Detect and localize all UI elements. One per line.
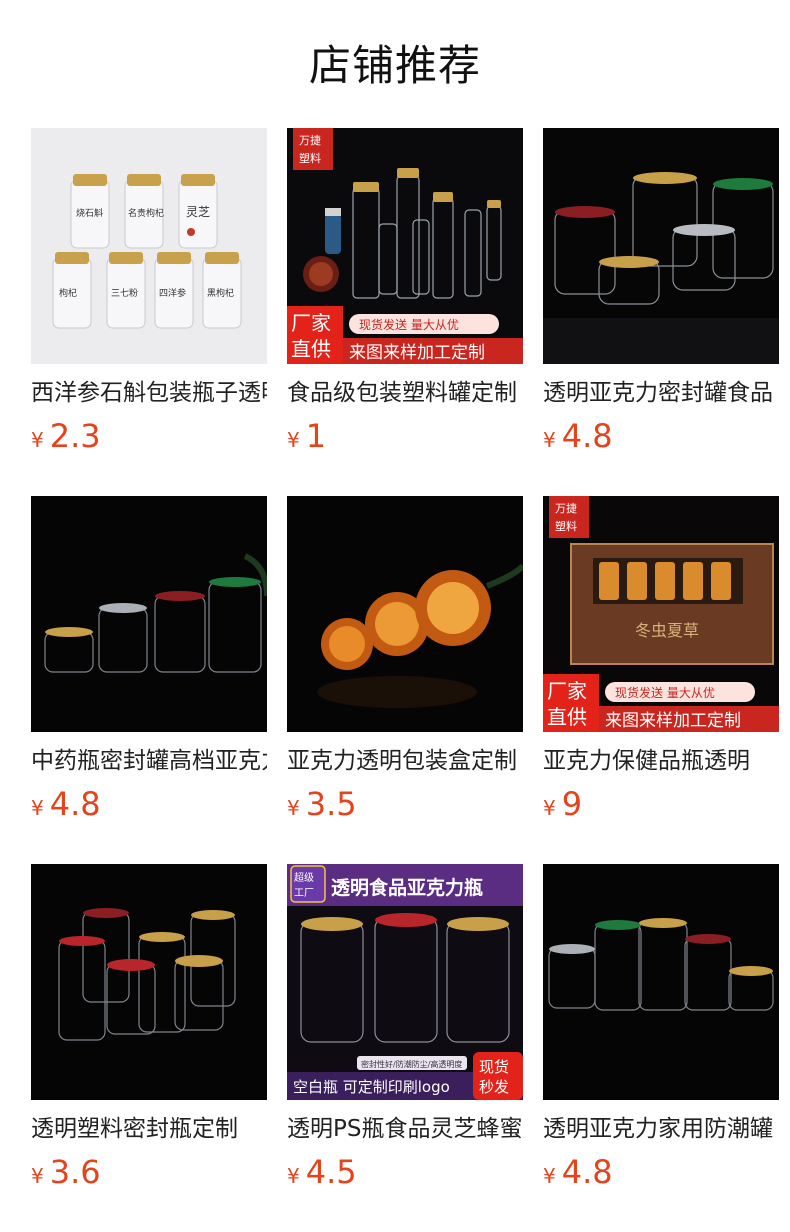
product-image[interactable] [31,864,267,1100]
currency-symbol: ¥ [287,1164,300,1188]
currency-symbol: ¥ [543,1164,556,1188]
price-value: 4.8 [561,417,613,455]
product-card[interactable]: 万捷 塑料 冬虫夏草 厂家 直供 现货发送 量大从优 来图来样加工定制 亚克力保… [543,496,779,823]
stock-badge: 秒发 [479,1078,509,1096]
jars-row-image [543,864,779,1100]
product-price: ¥1 [287,416,326,456]
product-price: ¥3.5 [287,784,357,824]
brand-mark: 万捷 [299,133,321,147]
promo-headline: 透明食品亚克力瓶 [331,876,483,899]
currency-symbol: ¥ [287,428,300,452]
product-price: ¥4.8 [543,1152,613,1192]
price-value: 3.5 [305,785,357,823]
product-card[interactable]: 万捷 塑料 厂家 直供 现货发送 量大从优 来图来样加工定制 食品级包装塑料罐定… [287,128,523,455]
product-card[interactable]: 透明亚克力家用防潮罐 ¥4.8 [543,864,779,1191]
product-price: ¥3.6 [31,1152,101,1192]
colored-lids-image [31,864,267,1100]
gift-box-image: 万捷 塑料 冬虫夏草 厂家 直供 现货发送 量大从优 来图来样加工定制 [543,496,779,732]
product-image[interactable] [31,496,267,732]
price-value: 3.6 [49,1153,101,1191]
product-image[interactable] [543,864,779,1100]
jar-label: 枸杞 [59,287,77,299]
currency-symbol: ¥ [543,428,556,452]
product-price: ¥4.8 [31,784,101,824]
bottles-promo-image: 万捷 塑料 厂家 直供 现货发送 量大从优 来图来样加工定制 [287,128,523,364]
price-value: 4.8 [49,785,101,823]
promo-banner: 来图来样加工定制 [605,711,741,731]
promo-banner: 来图来样加工定制 [349,343,485,363]
acrylic-jars-image [543,128,779,364]
badge-text: 厂家 [547,679,587,703]
product-card[interactable]: 超级 工厂 透明食品亚克力瓶 密封性好/防潮防尘/高透明度 空白瓶 可定制印刷l… [287,864,523,1191]
product-image[interactable] [287,496,523,732]
currency-symbol: ¥ [287,796,300,820]
product-image[interactable]: 超级 工厂 透明食品亚克力瓶 密封性好/防潮防尘/高透明度 空白瓶 可定制印刷l… [287,864,523,1100]
product-title[interactable]: 食品级包装塑料罐定制 [287,376,523,410]
promo-bar: 空白瓶 可定制印刷logo [293,1078,450,1096]
badge-text: 直供 [291,337,331,361]
corner-badge: 超级 [294,871,314,884]
jar-label: 灵芝 [186,204,210,219]
product-price: ¥4.5 [287,1152,357,1192]
product-price: ¥9 [543,784,582,824]
brand-mark: 万捷 [555,501,577,515]
product-card[interactable]: 透明塑料密封瓶定制 ¥3.6 [31,864,267,1191]
product-title[interactable]: 透明PS瓶食品灵芝蜂蜜 [287,1112,523,1146]
currency-symbol: ¥ [31,428,44,452]
product-title[interactable]: 透明亚克力密封罐食品 [543,376,779,410]
jar-label: 烧石斛 [76,207,103,219]
page-title: 店铺推荐 [308,41,481,90]
currency-symbol: ¥ [543,796,556,820]
badge-text: 直供 [547,705,587,729]
jar-label: 黑枸杞 [207,287,234,299]
corner-badge: 工厂 [294,888,314,899]
product-title[interactable]: 透明塑料密封瓶定制 [31,1112,267,1146]
promo-tag: 现货发送 量大从优 [615,685,715,700]
product-card[interactable]: 烧石斛 名贵枸杞 灵芝 枸杞 三七粉 四洋参 黑枸杞 西洋参石斛包装瓶子透明 ¥… [31,128,267,455]
product-title[interactable]: 中药瓶密封罐高档亚克力 [31,744,267,778]
box-text: 冬虫夏草 [635,621,699,640]
product-title[interactable]: 亚克力保健品瓶透明 [543,744,779,778]
price-value: 1 [305,417,327,455]
price-value: 9 [561,785,583,823]
jar-label: 三七粉 [111,287,138,299]
jars-row-image [31,496,267,732]
currency-symbol: ¥ [31,796,44,820]
price-value: 2.3 [49,417,101,455]
jar-label: 名贵枸杞 [128,207,164,219]
round-discs-image [287,496,523,732]
product-card[interactable]: 亚克力透明包装盒定制 ¥3.5 [287,496,523,823]
product-price: ¥2.3 [31,416,101,456]
brand-mark: 塑料 [299,151,321,165]
labeled-jars-image: 烧石斛 名贵枸杞 灵芝 枸杞 三七粉 四洋参 黑枸杞 [31,128,267,364]
brand-mark: 塑料 [555,519,577,533]
product-price: ¥4.8 [543,416,613,456]
product-image[interactable]: 烧石斛 名贵枸杞 灵芝 枸杞 三七粉 四洋参 黑枸杞 [31,128,267,364]
product-image[interactable] [543,128,779,364]
product-title[interactable]: 透明亚克力家用防潮罐 [543,1112,779,1146]
product-image[interactable]: 万捷 塑料 厂家 直供 现货发送 量大从优 来图来样加工定制 [287,128,523,364]
jar-label: 四洋参 [159,287,186,299]
product-title[interactable]: 亚克力透明包装盒定制 [287,744,523,778]
product-card[interactable]: 中药瓶密封罐高档亚克力 ¥4.8 [31,496,267,823]
product-image[interactable]: 万捷 塑料 冬虫夏草 厂家 直供 现货发送 量大从优 来图来样加工定制 [543,496,779,732]
promo-caption: 密封性好/防潮防尘/高透明度 [361,1059,462,1069]
currency-symbol: ¥ [31,1164,44,1188]
price-value: 4.8 [561,1153,613,1191]
price-value: 4.5 [305,1153,357,1191]
promo-tag: 现货发送 量大从优 [359,317,459,332]
badge-text: 厂家 [291,311,331,335]
product-title[interactable]: 西洋参石斛包装瓶子透明 [31,376,267,410]
product-card[interactable]: 透明亚克力密封罐食品 ¥4.8 [543,128,779,455]
stock-badge: 现货 [479,1058,509,1076]
purple-promo-image: 超级 工厂 透明食品亚克力瓶 密封性好/防潮防尘/高透明度 空白瓶 可定制印刷l… [287,864,523,1100]
